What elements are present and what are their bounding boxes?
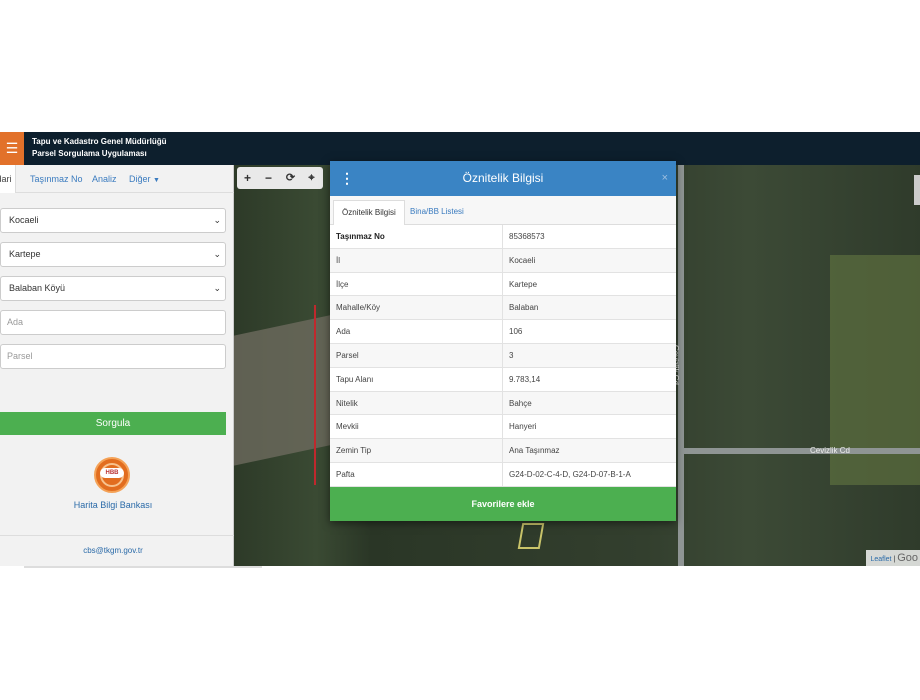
attribute-key: Parsel bbox=[336, 350, 359, 360]
modal-header: Öznitelik Bilgisi ⋮ × bbox=[330, 161, 676, 196]
zoom-in-icon[interactable]: + bbox=[237, 167, 258, 189]
column-divider bbox=[502, 391, 503, 415]
column-divider bbox=[502, 462, 503, 486]
chevron-down-icon: ⌄ bbox=[213, 215, 221, 225]
attribute-key: Tapu Alanı bbox=[336, 374, 374, 384]
hamburger-icon[interactable]: ☰ bbox=[0, 132, 24, 165]
sidebar-tabs: İdari Taşınmaz No Analiz Diğer ▼ bbox=[0, 165, 234, 193]
logo-text: HBB bbox=[100, 468, 124, 478]
attribute-info-modal: Öznitelik Bilgisi ⋮ × Öznitelik Bilgisi … bbox=[330, 161, 676, 521]
tab-idari[interactable]: İdari bbox=[0, 165, 16, 193]
attribute-value: Balaban bbox=[509, 303, 539, 313]
table-row: Nitelik Bahçe bbox=[330, 391, 676, 416]
attribute-key: Pafta bbox=[336, 469, 355, 479]
map-attribution: Leaflet | Goo bbox=[866, 550, 920, 566]
attribute-value: G24-D-02-C-4-D, G24-D-07-B-1-A bbox=[509, 469, 631, 479]
column-divider bbox=[502, 225, 503, 248]
province-select[interactable]: Kocaeli ⌄ bbox=[0, 208, 226, 233]
modal-tabs: Öznitelik Bilgisi Bina/BB Listesi bbox=[330, 196, 676, 225]
tab-analiz[interactable]: Analiz bbox=[92, 165, 117, 193]
attribute-value: Ana Taşınmaz bbox=[509, 446, 560, 456]
add-favorite-button[interactable]: Favorilere ekle bbox=[330, 487, 676, 521]
table-row: İl Kocaeli bbox=[330, 248, 676, 273]
contact-email-link[interactable]: cbs@tkgm.gov.tr bbox=[0, 546, 226, 555]
table-row: Tapu Alanı 9.783,14 bbox=[330, 367, 676, 392]
column-divider bbox=[502, 367, 503, 391]
table-row: Zemin Tip Ana Taşınmaz bbox=[330, 439, 676, 463]
map-settlement-area bbox=[234, 314, 334, 466]
attribute-value: 9.783,14 bbox=[509, 374, 541, 384]
selected-parcel-outline[interactable] bbox=[517, 523, 545, 549]
caret-down-icon: ▼ bbox=[153, 177, 160, 184]
attribute-key: İlçe bbox=[336, 279, 349, 289]
attribute-value: 106 bbox=[509, 327, 523, 337]
attribute-key: İl bbox=[336, 255, 340, 265]
map-road-horizontal bbox=[684, 448, 920, 454]
table-row: Ada 106 bbox=[330, 320, 676, 344]
chevron-down-icon: ⌄ bbox=[213, 249, 221, 259]
chevron-down-icon: ⌄ bbox=[213, 283, 221, 293]
attribute-table: Taşınmaz No 85368573 İl Kocaeli İlçe Kartepe M… bbox=[330, 225, 676, 487]
column-divider bbox=[502, 248, 503, 272]
column-divider bbox=[502, 343, 503, 367]
parcel-boundary bbox=[314, 305, 316, 485]
table-row: Taşınmaz No 85368573 bbox=[330, 225, 676, 249]
column-divider bbox=[502, 272, 503, 296]
sidebar-divider bbox=[0, 535, 234, 536]
column-divider bbox=[502, 320, 503, 343]
attribute-value: 85368573 bbox=[509, 232, 545, 241]
query-button[interactable]: Sorgula bbox=[0, 412, 226, 435]
attribute-value: Bahçe bbox=[509, 398, 532, 408]
hbb-name-link[interactable]: Harita Bilgi Bankası bbox=[0, 500, 226, 510]
attribute-key: Mahalle/Köy bbox=[336, 303, 381, 313]
attribute-key: Nitelik bbox=[336, 398, 358, 408]
table-row: Mevkii Hanyeri bbox=[330, 415, 676, 440]
google-logo: Goo bbox=[897, 552, 918, 564]
tab-diger[interactable]: Diğer ▼ bbox=[129, 165, 160, 193]
sidebar: İdari Taşınmaz No Analiz Diğer ▼ Kocaeli… bbox=[0, 165, 234, 566]
app-title-line1: Tapu ve Kadastro Genel Müdürlüğü bbox=[32, 137, 167, 146]
tab-building-list[interactable]: Bina/BB Listesi bbox=[402, 200, 472, 225]
district-select-value: Kartepe bbox=[9, 249, 41, 259]
attribute-key: Zemin Tip bbox=[336, 446, 372, 456]
table-row: Pafta G24-D-02-C-4-D, G24-D-07-B-1-A bbox=[330, 462, 676, 487]
attribute-value: Kartepe bbox=[509, 279, 538, 289]
province-select-value: Kocaeli bbox=[9, 215, 39, 225]
tab-diger-label: Diğer bbox=[129, 174, 151, 184]
modal-title: Öznitelik Bilgisi bbox=[462, 171, 544, 185]
refresh-icon[interactable]: ⟳ bbox=[280, 167, 301, 189]
app-window: ☰ Tapu ve Kadastro Genel Müdürlüğü Parse… bbox=[0, 132, 920, 566]
attribute-key: Ada bbox=[336, 327, 351, 337]
bottom-scrollbar[interactable] bbox=[24, 566, 262, 568]
app-title: Tapu ve Kadastro Genel Müdürlüğü Parsel … bbox=[32, 136, 167, 160]
app-title-line2: Parsel Sorgulama Uygulaması bbox=[32, 149, 147, 158]
attribute-value: 3 bbox=[509, 350, 514, 360]
tab-tasinmaz-no[interactable]: Taşınmaz No bbox=[30, 165, 83, 193]
zoom-out-icon[interactable]: − bbox=[258, 167, 279, 189]
kebab-menu-icon[interactable]: ⋮ bbox=[340, 161, 354, 196]
parsel-input[interactable]: Parsel bbox=[0, 344, 226, 369]
map-toolbar: + − ⟳ ⌖ bbox=[237, 167, 323, 189]
neighborhood-select[interactable]: Balaban Köyü ⌄ bbox=[0, 276, 226, 301]
hbb-logo[interactable]: HBB bbox=[94, 457, 130, 493]
map-scroll-handle[interactable] bbox=[914, 175, 920, 205]
close-icon[interactable]: × bbox=[662, 161, 668, 196]
attribute-key: Mevkii bbox=[336, 422, 359, 432]
street-label-horizontal: Cevizlik Cd bbox=[810, 446, 851, 455]
locate-icon[interactable]: ⌖ bbox=[301, 167, 322, 189]
neighborhood-select-value: Balaban Köyü bbox=[9, 283, 66, 293]
ada-input[interactable]: Ada bbox=[0, 310, 226, 335]
table-row: Mahalle/Köy Balaban bbox=[330, 296, 676, 321]
column-divider bbox=[502, 415, 503, 439]
tab-attribute-info[interactable]: Öznitelik Bilgisi bbox=[333, 200, 405, 225]
district-select[interactable]: Kartepe ⌄ bbox=[0, 242, 226, 267]
leaflet-link[interactable]: Leaflet bbox=[870, 556, 891, 563]
table-row: Parsel 3 bbox=[330, 343, 676, 368]
table-row: İlçe Kartepe bbox=[330, 272, 676, 297]
column-divider bbox=[502, 439, 503, 462]
attribute-value: Hanyeri bbox=[509, 422, 537, 432]
attribute-value: Kocaeli bbox=[509, 255, 536, 265]
column-divider bbox=[502, 296, 503, 320]
attribute-key: Taşınmaz No bbox=[336, 232, 385, 241]
